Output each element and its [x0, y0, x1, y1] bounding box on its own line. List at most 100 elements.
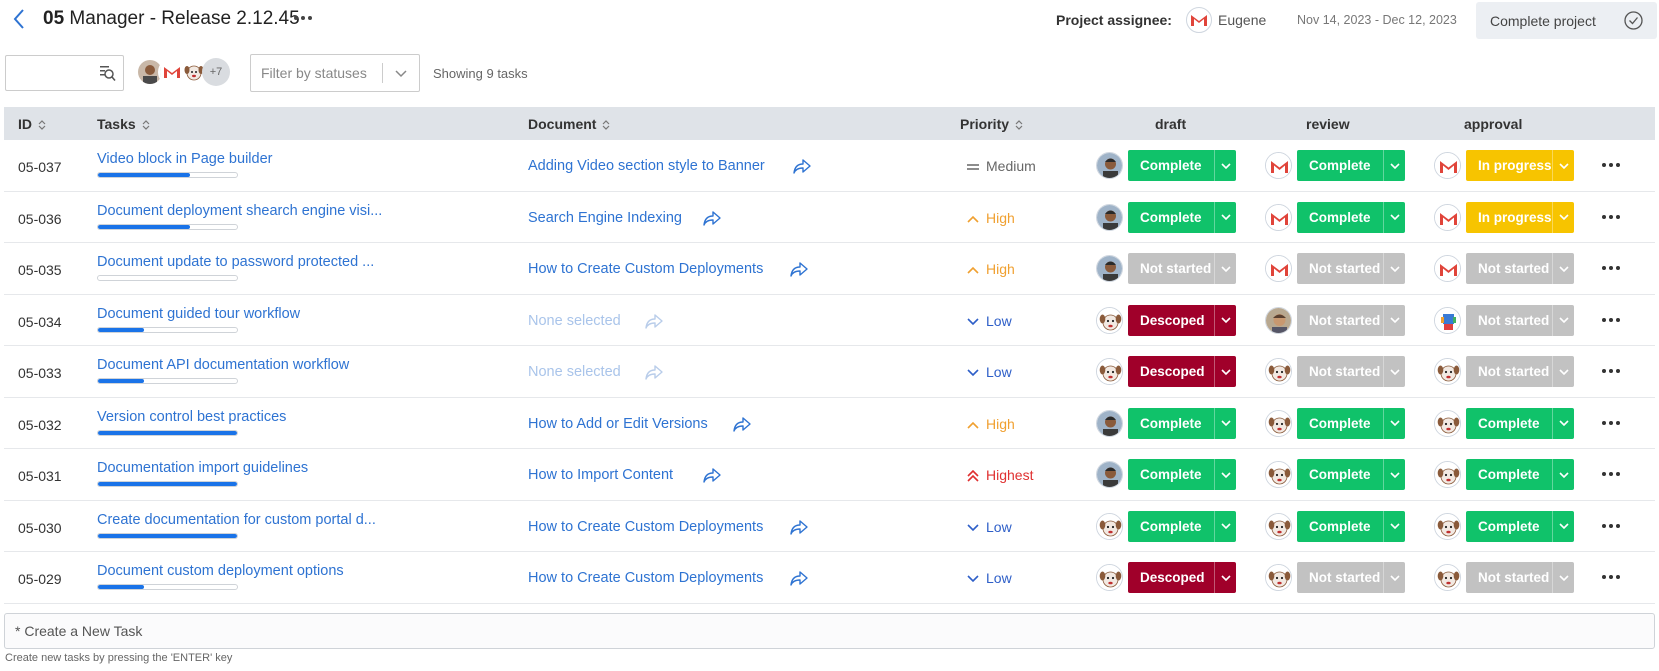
status-dropdown[interactable]: In progress	[1466, 150, 1574, 181]
gmail-avatar-icon[interactable]	[1265, 203, 1292, 231]
priority-indicator[interactable]: Low	[966, 519, 1012, 535]
status-dropdown[interactable]: Not started	[1466, 304, 1574, 336]
dog-avatar-icon[interactable]	[1434, 358, 1461, 385]
status-dropdown[interactable]: Complete	[1128, 407, 1236, 439]
share-icon[interactable]	[789, 260, 809, 278]
status-dropdown[interactable]: Complete	[1466, 510, 1574, 542]
dog-avatar-icon[interactable]	[1265, 461, 1292, 488]
task-title-link[interactable]: Create documentation for custom portal d…	[97, 512, 376, 528]
sort-icon[interactable]	[602, 119, 610, 131]
task-title-link[interactable]: Document update to password protected ..…	[97, 254, 374, 270]
dog-avatar-icon[interactable]	[1096, 512, 1123, 540]
gmail-avatar-icon[interactable]	[1434, 203, 1461, 231]
dog-avatar-icon[interactable]	[1096, 564, 1123, 591]
row-more-options-icon[interactable]	[1599, 259, 1623, 277]
status-dropdown[interactable]: Not started	[1297, 253, 1405, 284]
status-dropdown[interactable]: Not started	[1128, 253, 1236, 284]
share-icon[interactable]	[702, 466, 722, 484]
dog-avatar-icon[interactable]	[1265, 564, 1292, 591]
share-icon[interactable]	[644, 363, 664, 381]
task-title-link[interactable]: Document API documentation workflow	[97, 357, 349, 373]
row-more-options-icon[interactable]	[1599, 362, 1623, 380]
dog-avatar-icon[interactable]	[1096, 306, 1123, 334]
man-avatar-icon[interactable]	[1096, 203, 1123, 231]
row-more-options-icon[interactable]	[1599, 517, 1623, 535]
status-dropdown[interactable]: Complete	[1466, 459, 1574, 490]
gmail-avatar-icon[interactable]	[1434, 152, 1461, 179]
task-title-link[interactable]: Version control best practices	[97, 409, 286, 425]
status-dropdown[interactable]: Complete	[1297, 201, 1405, 233]
share-icon[interactable]	[789, 569, 809, 587]
document-link[interactable]: Search Engine Indexing	[528, 210, 682, 226]
robot-avatar-icon[interactable]	[1434, 306, 1461, 334]
gmail-avatar-icon[interactable]	[1434, 255, 1461, 282]
dog-avatar-icon[interactable]	[1434, 409, 1461, 437]
dog-avatar-icon[interactable]	[1265, 409, 1292, 437]
search-icon[interactable]	[99, 65, 116, 82]
status-dropdown[interactable]: Descoped	[1128, 356, 1236, 387]
column-header-id[interactable]: ID	[18, 116, 46, 132]
column-header-document[interactable]: Document	[528, 116, 610, 132]
status-dropdown[interactable]: Complete	[1466, 407, 1574, 439]
man-avatar-icon[interactable]	[1096, 461, 1123, 488]
status-dropdown[interactable]: Descoped	[1128, 304, 1236, 336]
document-link[interactable]: How to Import Content	[528, 467, 673, 483]
status-dropdown[interactable]: Not started	[1466, 253, 1574, 284]
column-header-priority[interactable]: Priority	[960, 116, 1023, 132]
gmail-avatar-icon[interactable]	[1186, 7, 1212, 33]
share-icon[interactable]	[644, 312, 664, 330]
search-input[interactable]	[5, 55, 124, 91]
row-more-options-icon[interactable]	[1599, 568, 1623, 586]
status-dropdown[interactable]: Complete	[1297, 407, 1405, 439]
status-dropdown[interactable]: In progress	[1466, 201, 1574, 233]
row-more-options-icon[interactable]	[1599, 311, 1623, 329]
task-title-link[interactable]: Documentation import guidelines	[97, 460, 308, 476]
status-dropdown[interactable]: Complete	[1297, 459, 1405, 490]
dog-avatar-icon[interactable]	[1096, 358, 1123, 385]
share-icon[interactable]	[702, 209, 722, 227]
document-link[interactable]: How to Add or Edit Versions	[528, 416, 708, 432]
document-link[interactable]: How to Create Custom Deployments	[528, 570, 763, 586]
task-title-link[interactable]: Document deployment shearch engine visi.…	[97, 203, 382, 219]
share-icon[interactable]	[789, 518, 809, 536]
dog-avatar-icon[interactable]	[1265, 358, 1292, 385]
man-avatar-icon[interactable]	[1096, 409, 1123, 437]
status-dropdown[interactable]: Not started	[1297, 356, 1405, 387]
dog-avatar-icon[interactable]	[1434, 564, 1461, 591]
row-more-options-icon[interactable]	[1599, 414, 1623, 432]
task-title-link[interactable]: Document guided tour workflow	[97, 306, 300, 322]
priority-indicator[interactable]: High	[966, 416, 1015, 432]
dog-avatar-icon[interactable]	[1265, 512, 1292, 540]
priority-indicator[interactable]: Medium	[966, 158, 1036, 174]
man-avatar-icon[interactable]	[1096, 152, 1123, 179]
document-link[interactable]: How to Create Custom Deployments	[528, 261, 763, 277]
document-link[interactable]: Adding Video section style to Banner	[528, 158, 765, 174]
document-link[interactable]: How to Create Custom Deployments	[528, 519, 763, 535]
row-more-options-icon[interactable]	[1599, 465, 1623, 483]
status-dropdown[interactable]: Complete	[1128, 150, 1236, 181]
priority-indicator[interactable]: High	[966, 210, 1015, 226]
assignee-name[interactable]: Eugene	[1218, 12, 1266, 28]
document-link[interactable]: None selected	[528, 364, 621, 380]
priority-indicator[interactable]: Low	[966, 364, 1012, 380]
status-dropdown[interactable]: Complete	[1297, 510, 1405, 542]
status-dropdown[interactable]: Complete	[1128, 201, 1236, 233]
dog-avatar-icon[interactable]	[1434, 461, 1461, 488]
back-arrow-icon[interactable]	[11, 8, 29, 30]
man2-avatar-icon[interactable]	[1265, 306, 1292, 334]
priority-indicator[interactable]: Low	[966, 313, 1012, 329]
more-users-count[interactable]: +7	[202, 58, 230, 86]
status-dropdown[interactable]: Not started	[1297, 562, 1405, 593]
date-range[interactable]: Nov 14, 2023 - Dec 12, 2023	[1297, 13, 1457, 27]
share-icon[interactable]	[792, 157, 812, 175]
gmail-avatar-icon[interactable]	[1265, 152, 1292, 179]
status-dropdown[interactable]: Complete	[1297, 150, 1405, 181]
gmail-avatar-icon[interactable]	[1265, 255, 1292, 282]
status-dropdown[interactable]: Not started	[1297, 304, 1405, 336]
sort-icon[interactable]	[38, 119, 46, 131]
row-more-options-icon[interactable]	[1599, 156, 1623, 174]
dog-avatar-icon[interactable]	[1434, 512, 1461, 540]
row-more-options-icon[interactable]	[1599, 208, 1623, 226]
sort-icon[interactable]	[142, 119, 150, 131]
document-link[interactable]: None selected	[528, 313, 621, 329]
